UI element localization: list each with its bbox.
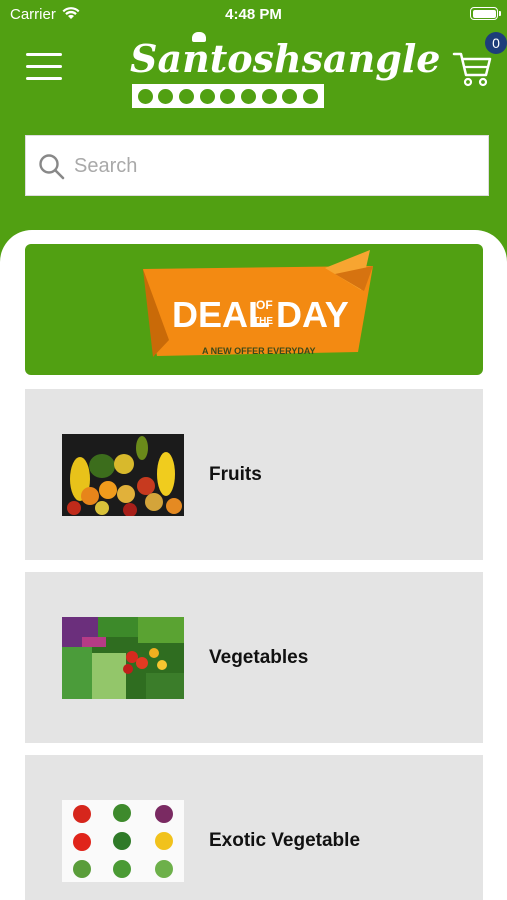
deal-title-mid-bottom: THE (253, 316, 273, 327)
exotic-vegetable-image (62, 800, 184, 882)
status-time: 4:48 PM (225, 6, 282, 23)
category-label: Exotic Vegetable (209, 830, 361, 851)
app-logo: Santoshsangle (130, 32, 441, 110)
category-label: Vegetables (209, 647, 309, 668)
hamburger-menu-icon[interactable] (26, 53, 62, 81)
category-fruits[interactable]: Fruits (25, 389, 483, 560)
cart-icon[interactable] (452, 48, 492, 88)
fruits-image (62, 434, 184, 516)
deal-title-mid-top: OF (256, 298, 273, 312)
deal-subtitle: A NEW OFFER EVERYDAY (202, 346, 316, 356)
deal-ribbon-graphic: DEAL OF THE DAY A NEW OFFER EVERYDAY (143, 250, 373, 357)
vegetables-image (62, 617, 184, 699)
search-bar[interactable] (25, 135, 489, 196)
deal-of-the-day-banner[interactable]: DEAL OF THE DAY A NEW OFFER EVERYDAY (25, 244, 483, 375)
cart-count-badge: 0 (485, 32, 507, 54)
search-input[interactable] (74, 146, 474, 186)
deal-title-right: DAY (276, 294, 349, 335)
search-icon (39, 154, 65, 180)
logo-text: Santoshsangle (130, 36, 441, 81)
battery-icon (470, 7, 501, 20)
category-label: Fruits (209, 464, 262, 485)
status-bar: Carrier 4:48 PM (0, 0, 507, 30)
category-exotic-vegetable[interactable]: Exotic Vegetable (25, 755, 483, 900)
logo-produce-strip (132, 84, 324, 108)
category-vegetables[interactable]: Vegetables (25, 572, 483, 743)
